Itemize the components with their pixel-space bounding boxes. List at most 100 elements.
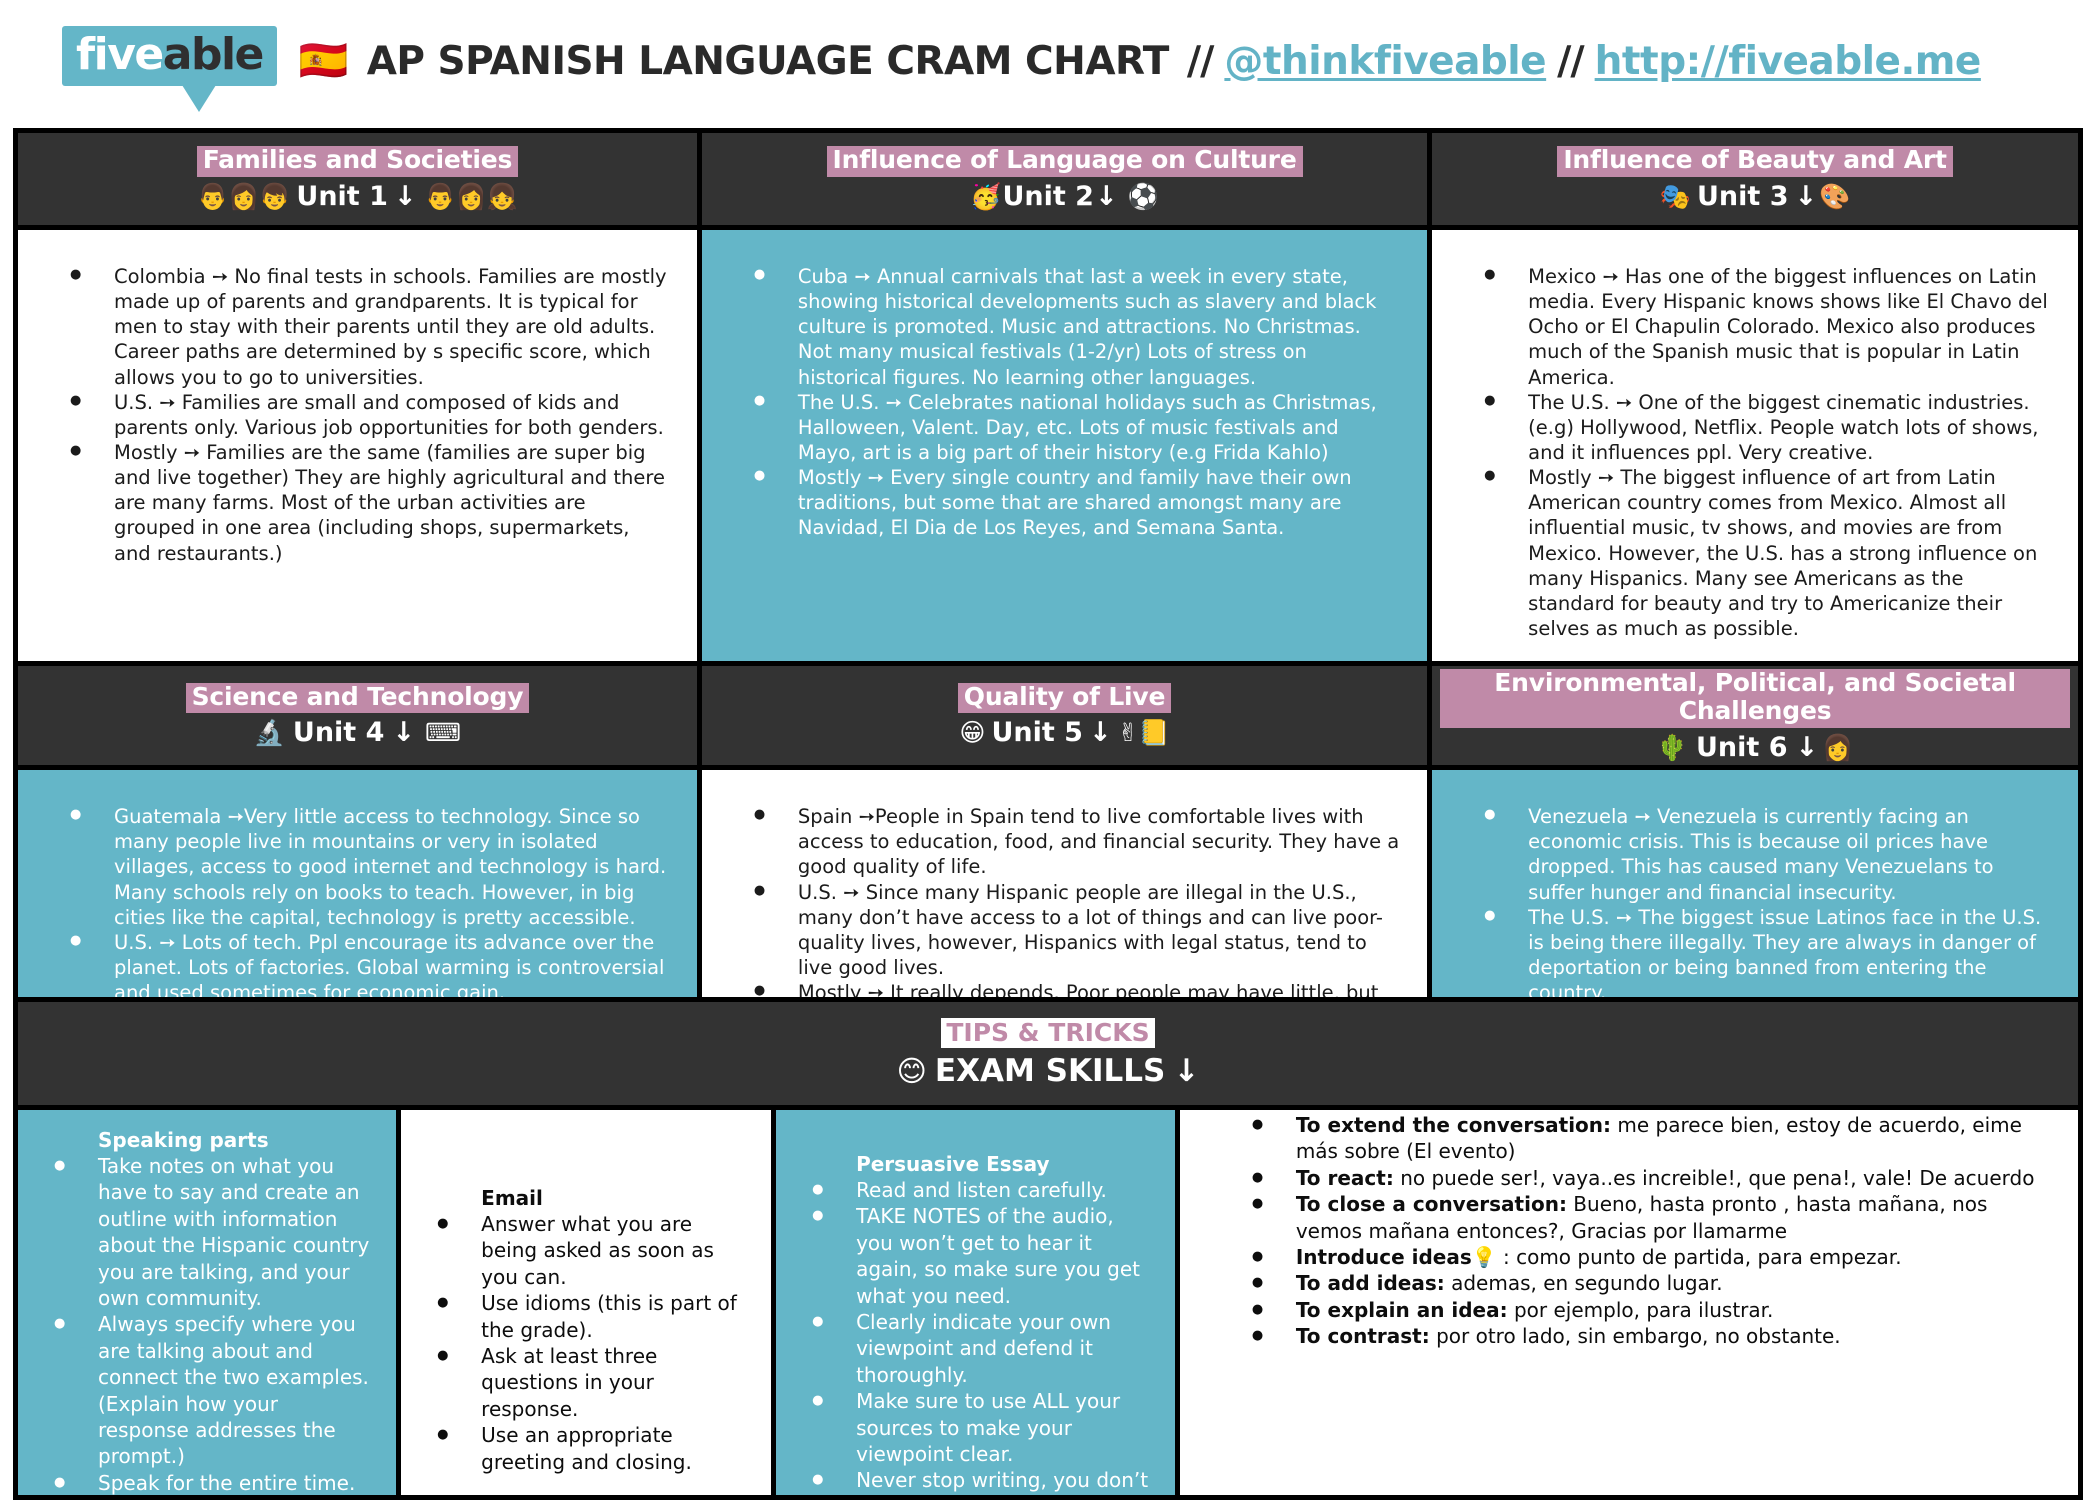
list-item: Spain ➙People in Spain tend to live comf… (728, 803, 1401, 879)
units-grid: Families and Societies 👨👩👦 Unit 1 ↓ 👨👩👧 … (13, 128, 2083, 1106)
unit-label-row-2: 🥳 Unit 2 ↓ ⚽ (970, 181, 1158, 212)
list-item: Venezuela ➙ Venezuela is currently facin… (1458, 803, 2052, 905)
phrase-lead: Introduce ideas (1295, 1244, 1472, 1269)
speaking-parts-column: Speaking parts Take notes on what you ha… (18, 1110, 402, 1495)
exam-skills-columns: Speaking parts Take notes on what you ha… (13, 1110, 2083, 1500)
smiling-face-icon: 😊 (896, 1054, 927, 1088)
unit-header-1: Families and Societies 👨👩👦 Unit 1 ↓ 👨👩👧 (18, 133, 702, 230)
tips-and-tricks-banner: TIPS & TRICKS 😊 EXAM SKILLS ↓ (13, 997, 2083, 1110)
unit-1-bullet-list: Colombia ➙ No final tests in schools. Fa… (44, 263, 671, 566)
list-item: Introduce ideas💡 : como punto de partida… (1226, 1244, 2056, 1270)
persuasive-essay-list: Read and listen carefully. TAKE NOTES of… (786, 1177, 1153, 1495)
unit-title-5: Quality of Live (957, 682, 1172, 714)
list-item: The U.S. ➙ The biggest issue Latinos fac… (1458, 904, 2052, 1006)
list-item: Take notes on what you have to say and c… (28, 1153, 374, 1311)
phrase-text: por ejemplo, para ilustrar. (1507, 1297, 1774, 1322)
unit-2-bullet-list: Cuba ➙ Annual carnivals that last a week… (728, 263, 1401, 541)
list-item: U.S. ➙ Families are small and composed o… (44, 389, 671, 440)
tips-kicker-label: TIPS & TRICKS (941, 1018, 1155, 1048)
phrase-text: no puede ser!, vaya..es increible!, que … (1393, 1165, 2035, 1190)
lightbulb-icon: 💡 (1471, 1244, 1497, 1269)
exam-skills-label-row: 😊 EXAM SKILLS ↓ (897, 1053, 1200, 1089)
list-item: Always specify where you are talking abo… (28, 1311, 374, 1469)
spain-flag-icon: 🇪🇸 (298, 39, 349, 83)
persuasive-essay-heading: Persuasive Essay (856, 1152, 1050, 1176)
unit-3-arrow-icon: ↓ (1794, 180, 1818, 212)
list-item: Clearly indicate your own viewpoint and … (786, 1309, 1153, 1388)
list-item: Use an appropriate greeting and closing. (411, 1422, 749, 1475)
header-title-group: AP SPANISH LANGUAGE CRAM CHART // @think… (366, 38, 1982, 84)
phrase-lead: To extend the conversation: (1295, 1113, 1612, 1137)
unit-5-emoji-right: ✌📒 (1117, 718, 1170, 748)
phrase-lead: To contrast: (1295, 1324, 1430, 1349)
unit-1-label: Unit 1 (296, 180, 388, 212)
fiveable-logo: five able (62, 26, 277, 112)
unit-5-emoji-left: 😁 (959, 718, 986, 748)
unit-header-4: Science and Technology 🔬 Unit 4 ↓ ⌨ (18, 666, 702, 771)
logo-text-five: five (76, 29, 164, 80)
list-item: Cuba ➙ Annual carnivals that last a week… (728, 263, 1401, 390)
persuasive-essay-column: Persuasive Essay Read and listen careful… (776, 1110, 1180, 1495)
unit-body-2: Cuba ➙ Annual carnivals that last a week… (701, 230, 1433, 667)
unit-6-label: Unit 6 (1696, 731, 1788, 763)
twitter-handle-link[interactable]: @thinkfiveable (1224, 39, 1546, 84)
phrase-lead: To react: (1295, 1165, 1394, 1190)
list-item: To explain an idea: por ejemplo, para il… (1226, 1297, 2056, 1323)
unit-label-row-6: 🌵 Unit 6 ↓ 👩 (1657, 732, 1853, 763)
unit-4-arrow-icon: ↓ (392, 717, 416, 749)
list-item: Use idioms (this is part of the grade). (411, 1290, 749, 1343)
email-heading: Email (481, 1186, 543, 1210)
conversation-phrases-column: To extend the conversation: me parece bi… (1179, 1110, 2078, 1495)
list-item: TAKE NOTES of the audio, you won’t get t… (786, 1203, 1153, 1309)
page-title: AP SPANISH LANGUAGE CRAM CHART (366, 38, 1170, 84)
unit-2-arrow-icon: ↓ (1094, 180, 1118, 212)
title-separator-1: // (1186, 38, 1214, 84)
unit-2-emoji-right: ⚽ (1127, 181, 1159, 211)
unit-6-emoji-right: 👩 (1822, 732, 1854, 762)
logo-text-able: able (162, 29, 265, 80)
exam-skills-arrow-icon: ↓ (1173, 1053, 1200, 1089)
unit-header-5: Quality of Live 😁 Unit 5 ↓ ✌📒 (701, 666, 1433, 771)
unit-2-emoji-left: 🥳 (970, 181, 1002, 211)
email-column: Email Answer what you are being asked as… (401, 1110, 777, 1495)
list-item: Make sure to use ALL your sources to mak… (786, 1388, 1153, 1467)
list-item: Never stop writing, you don’t get points… (786, 1467, 1153, 1495)
list-item: Answer what you are being asked as soon … (411, 1211, 749, 1290)
unit-1-emoji-left: 👨👩👦 (197, 181, 291, 211)
list-item: The U.S. ➙ One of the biggest cinematic … (1458, 389, 2052, 465)
phrase-lead: To close a conversation: (1295, 1192, 1567, 1217)
list-item: U.S. ➙ Since many Hispanic people are il… (728, 879, 1401, 981)
list-item: To close a conversation: Bueno, hasta pr… (1226, 1191, 2056, 1244)
unit-body-1: Colombia ➙ No final tests in schools. Fa… (18, 230, 702, 667)
unit-label-row-1: 👨👩👦 Unit 1 ↓ 👨👩👧 (197, 181, 518, 212)
unit-4-emoji-left: 🔬 (253, 718, 285, 748)
unit-6-emoji-left: 🌵 (1656, 732, 1688, 762)
list-item: To contrast: por otro lado, sin embargo,… (1226, 1323, 2056, 1349)
unit-5-label: Unit 5 (991, 717, 1083, 749)
unit-4-emoji-right: ⌨ (425, 718, 462, 748)
unit-6-arrow-icon: ↓ (1795, 731, 1819, 763)
unit-3-emoji-right: 🎨 (1819, 181, 1851, 211)
exam-skills-label: EXAM SKILLS (934, 1053, 1166, 1089)
list-item: Mexico ➙ Has one of the biggest influenc… (1458, 263, 2052, 390)
email-list: Answer what you are being asked as soon … (411, 1211, 749, 1475)
title-separator-2: // (1557, 38, 1584, 84)
unit-header-3: Influence of Beauty and Art 🎭 Unit 3 ↓ 🎨 (1432, 133, 2078, 230)
unit-1-emoji-right: 👨👩👧 (424, 181, 518, 211)
unit-3-emoji-left: 🎭 (1659, 181, 1691, 211)
phrase-lead: To explain an idea: (1295, 1297, 1508, 1322)
phrase-text: : como punto de partida, para empezar. (1496, 1244, 1902, 1269)
unit-body-3: Mexico ➙ Has one of the biggest influenc… (1432, 230, 2078, 667)
speaking-parts-heading: Speaking parts (98, 1128, 269, 1152)
units-body-row-1: Colombia ➙ No final tests in schools. Fa… (18, 230, 2078, 667)
list-item: Read and listen carefully. (786, 1177, 1153, 1203)
unit-header-2: Influence of Language on Culture 🥳 Unit … (701, 133, 1433, 230)
page-header: five able 🇪🇸 AP SPANISH LANGUAGE CRAM CHA… (0, 0, 2096, 122)
unit-title-3: Influence of Beauty and Art (1557, 146, 1953, 177)
unit-title-1: Families and Societies (196, 146, 519, 177)
list-item: Ask at least three questions in your res… (411, 1343, 749, 1422)
website-url-link[interactable]: http://fiveable.me (1595, 39, 1982, 84)
list-item: To react: no puede ser!, vaya..es increi… (1226, 1165, 2056, 1191)
unit-header-6: Environmental, Political, and Societal C… (1432, 666, 2078, 771)
list-item: Speak for the entire time. (28, 1470, 374, 1495)
